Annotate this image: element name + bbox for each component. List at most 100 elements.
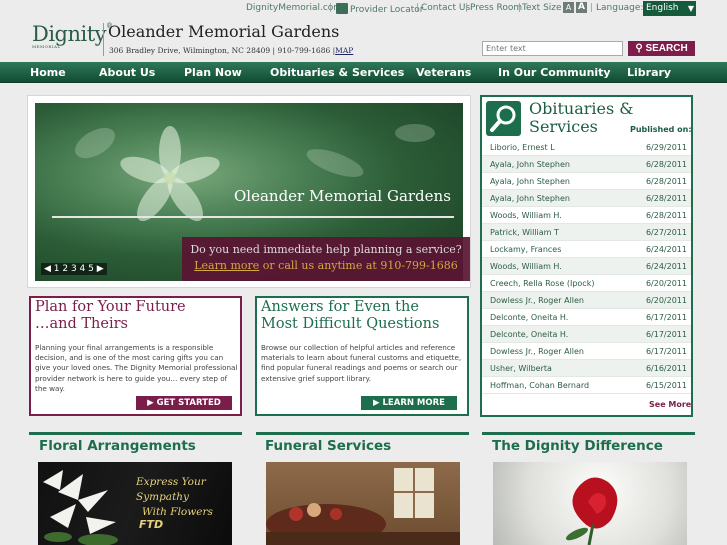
obituary-name[interactable]: Ayala, John Stephen	[490, 173, 570, 190]
obituary-date: 6/28/2011	[645, 160, 687, 169]
hero-title: Oleander Memorial Gardens	[234, 187, 451, 205]
search-button-label: SEARCH	[645, 43, 688, 54]
rose-illustration	[565, 477, 618, 545]
obituary-row[interactable]: Dowless Jr., Roger Allen 6/20/2011	[482, 292, 691, 309]
nav-library[interactable]: Library	[627, 66, 671, 79]
obituary-name[interactable]: Dowless Jr., Roger Allen	[490, 292, 584, 309]
obituary-row[interactable]: Ayala, John Stephen 6/28/2011	[482, 173, 691, 190]
nav-obituaries-services[interactable]: Obituaries & Services	[270, 66, 404, 79]
obituary-row[interactable]: Dowless Jr., Roger Allen 6/17/2011	[482, 343, 691, 360]
obituary-name[interactable]: Liborio, Ernest L	[490, 139, 555, 156]
map-pin-icon	[336, 3, 348, 14]
obituary-row[interactable]: Liborio, Ernest L 6/29/2011	[482, 139, 691, 156]
published-on-label: Published on:	[630, 125, 692, 134]
contact-us-link[interactable]: Contact Us	[421, 3, 470, 13]
plan-title-line1: Plan for Your Future	[35, 299, 186, 315]
obituary-date: 6/17/2011	[645, 313, 687, 322]
callout-phone: or call us anytime at 910-799-1686	[262, 259, 458, 272]
obituary-row[interactable]: Delconte, Oneita H. 6/17/2011	[482, 309, 691, 326]
obituary-date: 6/24/2011	[645, 245, 687, 254]
floral-title[interactable]: Floral Arrangements	[39, 438, 196, 454]
utility-bar: DignityMemorial.com | Provider Locator |…	[0, 0, 727, 17]
search-icon: ⚲	[635, 43, 643, 54]
obituary-name[interactable]: Woods, William H.	[490, 258, 562, 275]
nav-about-us[interactable]: About Us	[99, 66, 155, 79]
get-started-button[interactable]: ▶ GET STARTED	[136, 396, 232, 410]
obituary-name[interactable]: Delconte, Oneita H.	[490, 326, 568, 343]
obituary-date: 6/17/2011	[645, 347, 687, 356]
nav-plan-now[interactable]: Plan Now	[184, 66, 242, 79]
text-size-label: Text Size	[522, 3, 562, 13]
press-room-link[interactable]: Press Room	[470, 3, 522, 13]
funeral-image[interactable]	[266, 462, 460, 545]
obituary-date: 6/29/2011	[645, 143, 687, 152]
hero-divider	[52, 216, 454, 218]
obituary-name[interactable]: Delconte, Oneita H.	[490, 309, 568, 326]
answers-title-line2: Most Difficult Questions	[261, 316, 440, 332]
obituary-date: 6/17/2011	[645, 330, 687, 339]
dignity-memorial-link[interactable]: DignityMemorial.com	[246, 3, 342, 13]
obituary-name[interactable]: Lockamy, Frances	[490, 241, 561, 258]
site-address: 306 Bradley Drive, Wilmington, NC 28409 …	[109, 46, 353, 55]
main-nav: Home About Us Plan Now Obituaries & Serv…	[0, 62, 727, 83]
obituary-row[interactable]: Usher, Wilberta 6/16/2011	[482, 360, 691, 377]
plan-body: Planning your final arrangements is a re…	[35, 343, 238, 393]
learn-more-link[interactable]: Learn more	[194, 259, 259, 272]
obituary-row[interactable]: Ayala, John Stephen 6/28/2011	[482, 156, 691, 173]
language-value: English	[646, 3, 679, 13]
obituary-row[interactable]: Creech, Rella Rose (Ipock) 6/20/2011	[482, 275, 691, 292]
obituary-date: 6/28/2011	[645, 211, 687, 220]
obituary-row[interactable]: Ayala, John Stephen 6/28/2011	[482, 190, 691, 207]
answers-title: Answers for Even the Most Difficult Ques…	[261, 299, 461, 333]
obituary-date: 6/20/2011	[645, 296, 687, 305]
plan-promo: Plan for Your Future …and Theirs Plannin…	[29, 296, 242, 416]
obituary-date: 6/24/2011	[645, 262, 687, 271]
obituary-row[interactable]: Patrick, William T 6/27/2011	[482, 224, 691, 241]
nav-in-our-community[interactable]: In Our Community	[498, 66, 611, 79]
obituary-name[interactable]: Ayala, John Stephen	[490, 190, 570, 207]
slideshow-pager[interactable]: ◀ 1 2 3 4 5 ▶	[41, 263, 107, 275]
obituary-name[interactable]: Creech, Rella Rose (Ipock)	[490, 275, 594, 292]
see-more-link[interactable]: See More	[649, 400, 691, 409]
search-button[interactable]: ⚲ SEARCH	[628, 41, 695, 56]
dignity-rule	[482, 432, 695, 435]
logo-divider	[103, 23, 104, 56]
separator: |	[590, 3, 594, 13]
obituary-row[interactable]: Woods, William H. 6/24/2011	[482, 258, 691, 275]
obituary-name[interactable]: Woods, William H.	[490, 207, 562, 224]
search-input[interactable]	[482, 41, 623, 56]
site-title: Oleander Memorial Gardens	[108, 22, 340, 41]
funeral-title[interactable]: Funeral Services	[265, 438, 391, 454]
language-select[interactable]: English ▼	[643, 1, 696, 16]
obituary-date: 6/16/2011	[645, 364, 687, 373]
magnifier-icon-graphic	[490, 105, 516, 132]
obituary-date: 6/15/2011	[645, 381, 687, 390]
ftd-slogan: Express Your Sympathy With Flowers	[136, 475, 232, 520]
callout-question: Do you need immediate help planning a se…	[190, 243, 462, 256]
dignity-title[interactable]: The Dignity Difference	[492, 438, 663, 454]
obituary-row[interactable]: Lockamy, Frances 6/24/2011	[482, 241, 691, 258]
plan-title-line2: …and Theirs	[35, 316, 128, 332]
provider-locator-link[interactable]: Provider Locator	[336, 3, 423, 15]
obituary-name[interactable]: Patrick, William T	[490, 224, 559, 241]
learn-more-button[interactable]: ▶ LEARN MORE	[361, 396, 457, 410]
obituary-row[interactable]: Hoffman, Cohan Bernard 6/15/2011	[482, 377, 691, 394]
dignity-logo[interactable]: Dignity® MEMORIAL	[32, 22, 113, 49]
obituaries-title-line2: Services	[529, 117, 598, 136]
chevron-down-icon: ▼	[687, 4, 694, 13]
floral-image[interactable]: Express Your Sympathy With Flowers FTD	[38, 462, 232, 545]
obituary-name[interactable]: Dowless Jr., Roger Allen	[490, 343, 584, 360]
nav-home[interactable]: Home	[30, 66, 66, 79]
obituary-name[interactable]: Usher, Wilberta	[490, 360, 552, 377]
nav-veterans[interactable]: Veterans	[416, 66, 471, 79]
obituaries-title-line1: Obituaries &	[529, 99, 634, 118]
map-link[interactable]: MAP	[335, 46, 353, 55]
text-size-small-button[interactable]: A	[563, 2, 574, 13]
obituary-row[interactable]: Woods, William H. 6/28/2011	[482, 207, 691, 224]
text-size-large-button[interactable]: A	[576, 2, 587, 13]
obituary-row[interactable]: Delconte, Oneita H. 6/17/2011	[482, 326, 691, 343]
answers-title-line1: Answers for Even the	[261, 299, 419, 315]
obituary-name[interactable]: Hoffman, Cohan Bernard	[490, 377, 589, 394]
obituary-name[interactable]: Ayala, John Stephen	[490, 156, 570, 173]
dignity-image[interactable]	[493, 462, 687, 545]
